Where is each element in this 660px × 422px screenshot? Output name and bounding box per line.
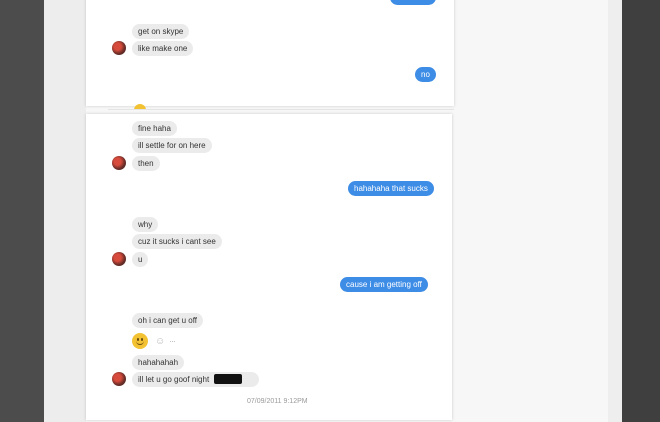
page-left-margin [44, 0, 86, 422]
redaction-bar [214, 374, 242, 384]
card-divider [108, 109, 454, 110]
message-bubble: like make one [132, 41, 194, 56]
message-bubble: cuz it sucks i cant see [132, 234, 222, 249]
left-backdrop [0, 0, 44, 422]
smiley-emoji-icon [132, 333, 148, 349]
message-bubble: hahahahah [132, 355, 185, 370]
message-bubble: fine haha [132, 121, 177, 136]
right-backdrop [622, 0, 660, 422]
message-bubble: why [132, 217, 159, 232]
cut-off-outgoing-bubble [390, 0, 436, 5]
avatar [112, 252, 126, 266]
message-timestamp: 07/09/2011 9:12PM [247, 398, 308, 405]
avatar [112, 41, 126, 55]
page-right-margin [608, 0, 622, 422]
message-bubble-outgoing: no [415, 67, 436, 82]
message-bubble-outgoing: cause i am getting off [340, 277, 428, 292]
message-bubble: ill settle for on here [132, 138, 212, 153]
message-bubble: then [132, 156, 160, 171]
more-options-icon[interactable]: ··· [169, 337, 176, 346]
avatar [112, 372, 126, 386]
avatar [112, 156, 126, 170]
message-bubble-outgoing: hahahaha that sucks [348, 181, 434, 196]
message-bubble: get on skype [132, 24, 190, 39]
message-bubble: oh i can get u off [132, 313, 204, 328]
reaction-icon[interactable]: ☺ [155, 337, 165, 347]
